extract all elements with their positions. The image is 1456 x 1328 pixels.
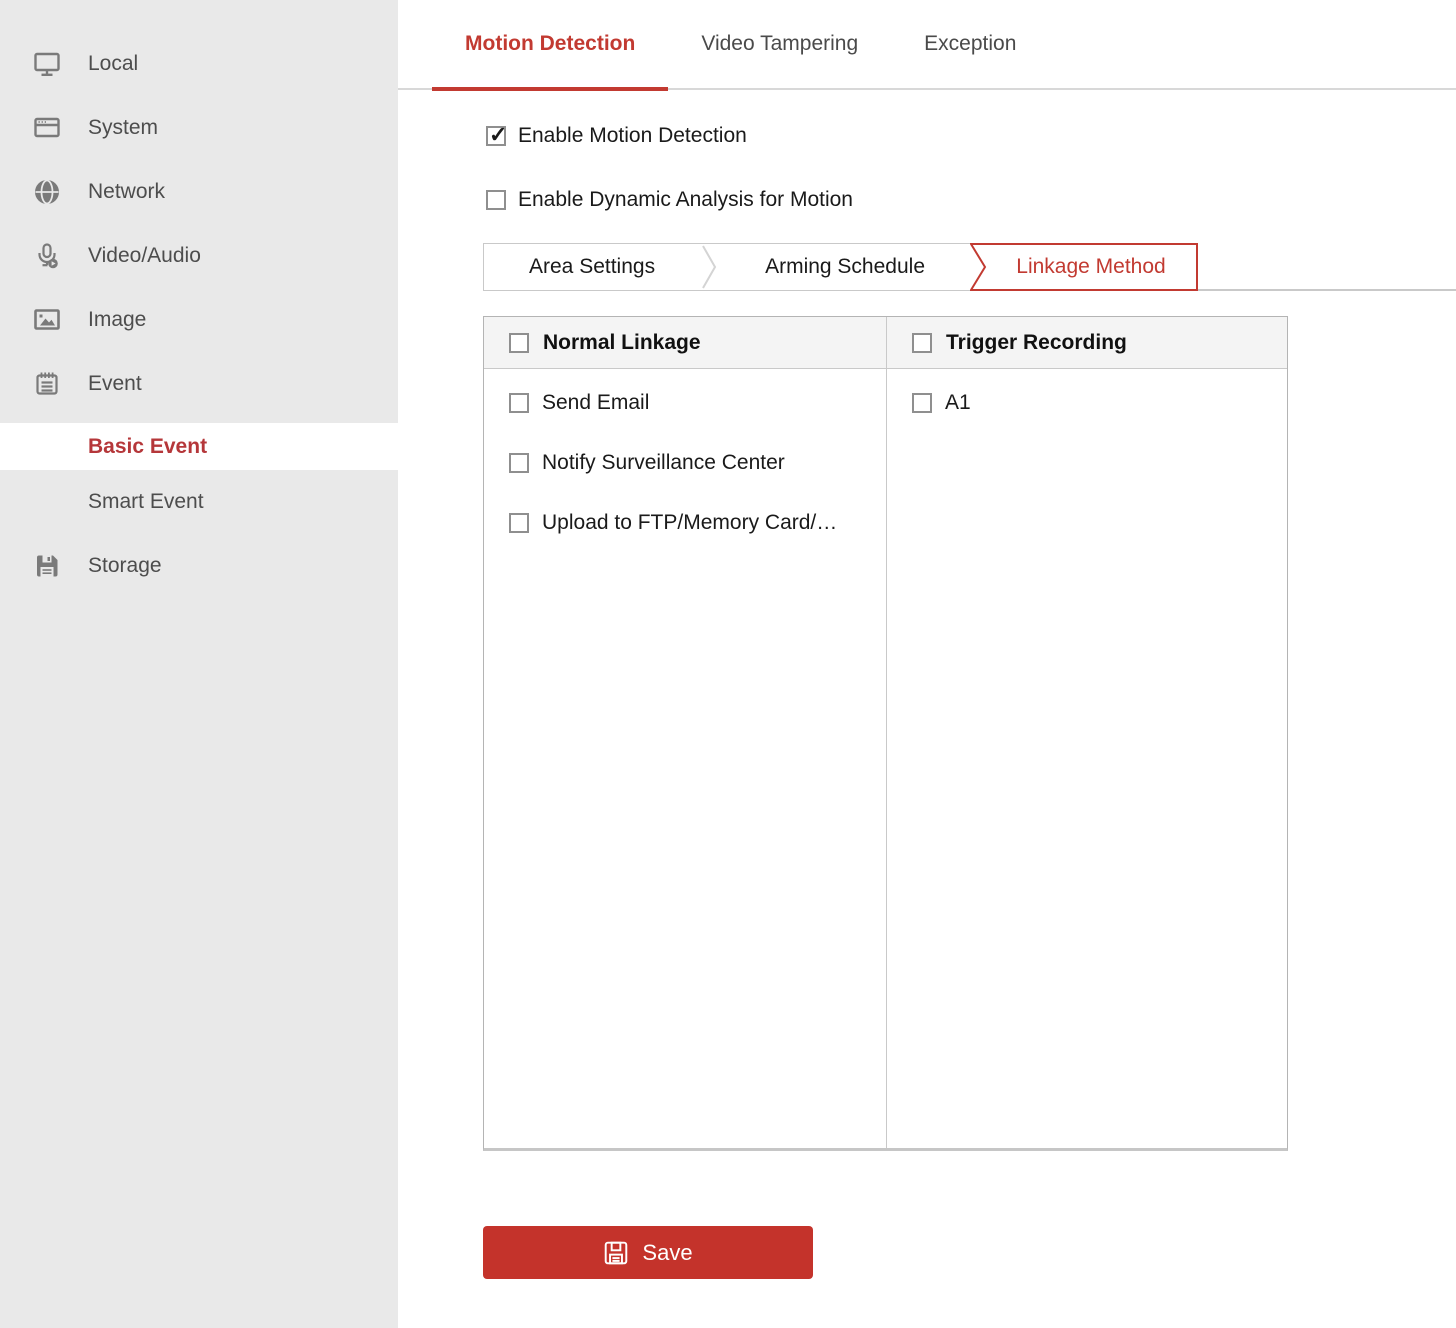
linkage-table-body: Send Email Notify Surveillance Center Up… [484, 369, 1287, 1148]
app-window: Local System [0, 0, 1456, 1328]
save-button[interactable]: Save [483, 1226, 813, 1279]
enable-dynamic-analysis-label: Enable Dynamic Analysis for Motion [518, 188, 853, 212]
sidebar: Local System [0, 0, 398, 1328]
list-item-notify-surveillance-center: Notify Surveillance Center [484, 433, 886, 493]
column-header-label: Trigger Recording [946, 331, 1127, 355]
sidebar-item-network[interactable]: Network [0, 160, 398, 224]
enable-dynamic-analysis-checkbox[interactable] [486, 190, 506, 210]
chevron-separator-icon [700, 244, 720, 290]
send-email-checkbox[interactable] [509, 393, 529, 413]
list-item-label: A1 [945, 391, 971, 415]
subtab-arming-schedule[interactable]: Arming Schedule [720, 244, 970, 290]
linkage-table: Normal Linkage Trigger Recording Send Em… [483, 316, 1288, 1151]
event-notepad-icon [33, 370, 61, 398]
sidebar-item-label: Storage [88, 554, 162, 578]
sidebar-item-label: System [88, 116, 158, 140]
subtab-label: Linkage Method [984, 243, 1198, 291]
linkage-table-header: Normal Linkage Trigger Recording [484, 317, 1287, 369]
sidebar-item-label: Event [88, 372, 142, 396]
sidebar-item-local[interactable]: Local [0, 32, 398, 96]
channel-a1-checkbox[interactable] [912, 393, 932, 413]
trigger-recording-select-all-checkbox[interactable] [912, 333, 932, 353]
trigger-recording-header: Trigger Recording [887, 317, 1287, 368]
system-window-icon [33, 114, 61, 142]
column-header-label: Normal Linkage [543, 331, 701, 355]
normal-linkage-select-all-checkbox[interactable] [509, 333, 529, 353]
event-type-tabs: Motion Detection Video Tampering Excepti… [398, 0, 1456, 90]
main-content: Motion Detection Video Tampering Excepti… [398, 0, 1456, 1328]
list-item-label: Notify Surveillance Center [542, 451, 785, 475]
globe-icon [33, 178, 61, 206]
sidebar-item-system[interactable]: System [0, 96, 398, 160]
sidebar-item-label: Network [88, 180, 165, 204]
tab-label: Video Tampering [701, 32, 858, 56]
storage-floppy-icon [33, 552, 61, 580]
list-item-channel-a1: A1 [887, 373, 1287, 433]
sidebar-item-label: Smart Event [88, 490, 204, 514]
subtab-label: Area Settings [529, 255, 655, 279]
save-floppy-icon [603, 1240, 629, 1266]
list-item-label: Send Email [542, 391, 649, 415]
sidebar-item-smart-event[interactable]: Smart Event [0, 470, 398, 534]
normal-linkage-header: Normal Linkage [484, 317, 887, 368]
sidebar-item-image[interactable]: Image [0, 288, 398, 352]
subtab-label: Arming Schedule [765, 255, 925, 279]
normal-linkage-items: Send Email Notify Surveillance Center Up… [484, 369, 887, 1148]
enable-motion-detection-label: Enable Motion Detection [518, 124, 747, 148]
tab-motion-detection[interactable]: Motion Detection [432, 0, 668, 88]
tab-label: Exception [924, 32, 1016, 56]
upload-ftp-checkbox[interactable] [509, 513, 529, 533]
enable-dynamic-analysis-row: Enable Dynamic Analysis for Motion [486, 188, 1456, 212]
subtab-area-settings[interactable]: Area Settings [484, 244, 700, 290]
list-item-label: Upload to FTP/Memory Card/… [542, 511, 837, 535]
sidebar-item-label: Local [88, 52, 138, 76]
enable-motion-detection-row: Enable Motion Detection [486, 124, 1456, 148]
motion-config-subtabs: Area Settings Arming Schedule Linkage Me… [483, 243, 1456, 291]
sidebar-item-storage[interactable]: Storage [0, 534, 398, 598]
tab-exception[interactable]: Exception [891, 0, 1049, 88]
image-icon [33, 306, 61, 334]
sidebar-item-basic-event[interactable]: Basic Event [0, 423, 398, 470]
subtab-group: Area Settings Arming Schedule [483, 243, 970, 291]
trigger-recording-items: A1 [887, 369, 1287, 1148]
save-button-label: Save [642, 1240, 692, 1266]
notify-surveillance-center-checkbox[interactable] [509, 453, 529, 473]
subtab-linkage-method[interactable]: Linkage Method [970, 243, 1198, 291]
enable-motion-detection-checkbox[interactable] [486, 126, 506, 146]
sidebar-item-label: Image [88, 308, 146, 332]
list-item-upload-ftp: Upload to FTP/Memory Card/… [484, 493, 886, 553]
sidebar-item-video-audio[interactable]: Video/Audio [0, 224, 398, 288]
sidebar-item-event[interactable]: Event [0, 352, 398, 416]
tab-video-tampering[interactable]: Video Tampering [668, 0, 891, 88]
tab-label: Motion Detection [465, 32, 635, 56]
sidebar-item-label: Video/Audio [88, 244, 201, 268]
subtab-baseline [1198, 243, 1456, 291]
monitor-icon [33, 50, 61, 78]
list-item-send-email: Send Email [484, 373, 886, 433]
microphone-icon [33, 242, 61, 270]
sidebar-item-label: Basic Event [88, 435, 207, 459]
